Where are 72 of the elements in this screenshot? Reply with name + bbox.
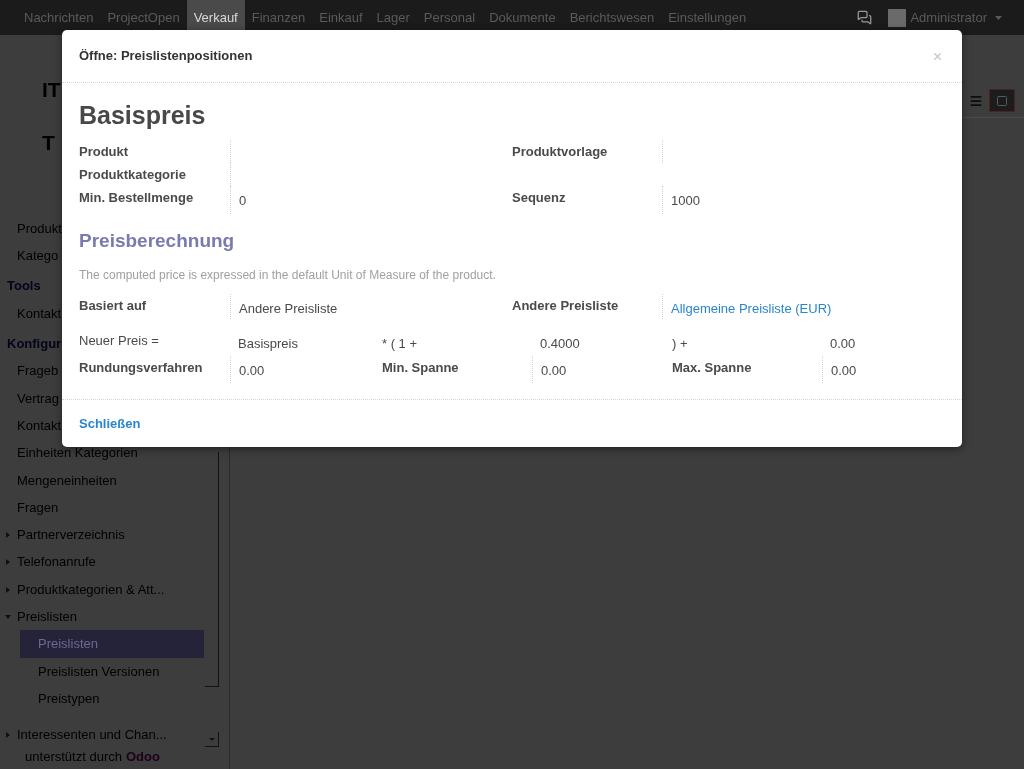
sidebar-subitem[interactable]: Preistypen — [20, 685, 204, 713]
sidebar-section-header: Tools — [7, 277, 41, 296]
list-icon — [969, 93, 983, 108]
sidebar-group[interactable]: Preislisten — [5, 603, 77, 631]
field-value: 0.00 — [830, 336, 856, 351]
close-link-button[interactable]: Schließen — [79, 413, 141, 434]
powered-by-text: unterstützt durch — [25, 747, 122, 766]
caret-down-icon — [995, 15, 1002, 20]
menu-tab[interactable]: Einstellungen — [661, 0, 754, 35]
menu-tab[interactable]: ProjectOpen — [100, 0, 187, 35]
sidebar-item[interactable]: Frageb — [17, 357, 59, 385]
scroll-down-button[interactable] — [205, 732, 219, 747]
sidebar-item[interactable]: Einheiten Kategorien — [17, 439, 138, 467]
field-value: 0.00 — [831, 363, 857, 378]
section-heading: Preisberechnung — [79, 229, 235, 253]
menu-tab[interactable]: Personal — [416, 0, 483, 35]
field-label: Max. Spanne — [672, 360, 752, 375]
field-label: Produkt — [79, 144, 129, 159]
sidebar-subitem[interactable]: Preislisten Versionen — [20, 657, 204, 686]
formula-operator: ) + — [672, 336, 688, 351]
field-label: Neuer Preis = — [79, 333, 159, 348]
dialog-title: Öffne: Preislistenpositionen — [79, 47, 253, 66]
field-value: Andere Preisliste — [239, 301, 338, 316]
pricelist-link[interactable]: Allgemeine Preisliste (EUR) — [671, 301, 832, 316]
sidebar-group[interactable]: Produktkategorien & Att... — [5, 575, 165, 604]
field-value: 0.4000 — [540, 336, 580, 351]
field-label: Basiert auf — [79, 298, 147, 313]
menu-tab[interactable]: Einkauf — [312, 0, 370, 35]
field-value: 0 — [239, 193, 247, 208]
square-icon — [996, 94, 1008, 107]
close-button[interactable] — [932, 50, 943, 62]
field-value: 0.00 — [239, 363, 265, 378]
form-view-button[interactable] — [989, 89, 1015, 112]
field-label: Produktkategorie — [79, 167, 186, 182]
brand-name[interactable]: Odoo — [125, 746, 160, 767]
sidebar-item[interactable]: Kontakt — [17, 412, 62, 440]
sidebar-item[interactable]: Produkt — [17, 215, 62, 243]
field-value: 1000 — [671, 193, 700, 208]
sidebar-item[interactable]: Vertrag — [17, 384, 59, 413]
close-icon — [932, 50, 943, 62]
page-title: IT — [42, 77, 61, 103]
field-value: Basispreis — [238, 336, 298, 351]
field-value: 0.00 — [541, 363, 567, 378]
formula-operator: * ( 1 + — [382, 336, 418, 351]
field-label: Sequenz — [512, 190, 566, 205]
user-menu[interactable]: Administrator — [888, 7, 1002, 28]
record-heading: Basispreis — [79, 100, 206, 130]
field-label: Andere Preisliste — [512, 298, 619, 313]
field-label: Min. Bestellmenge — [79, 190, 194, 205]
sidebar-item[interactable]: Kontakt — [17, 299, 62, 328]
menu-tab[interactable]: Berichtswesen — [562, 0, 662, 35]
menu-tab[interactable]: Dokumente — [482, 0, 563, 35]
chat-icon[interactable] — [857, 10, 873, 25]
menu-tab[interactable]: Nachrichten — [17, 0, 101, 35]
sidebar-item[interactable]: Katego — [17, 242, 59, 270]
sidebar-subitem[interactable]: Preislisten — [20, 630, 204, 658]
menu-tab[interactable]: Finanzen — [244, 0, 313, 35]
field-label: Min. Spanne — [382, 360, 459, 375]
sidebar-section-header: Konfigur — [7, 335, 62, 354]
menu-tab[interactable]: Lager — [369, 0, 417, 35]
sidebar-group[interactable]: Partnerverzeichnis — [5, 521, 125, 549]
page-title: T — [42, 130, 55, 156]
sidebar-item[interactable]: Fragen — [17, 493, 59, 522]
scrollbar-thumb[interactable] — [205, 452, 219, 687]
sidebar-group[interactable]: Telefonanrufe — [5, 548, 96, 576]
sidebar-group[interactable]: Interessenten und Chan... — [5, 721, 167, 749]
field-label: Rundungsverfahren — [79, 360, 203, 375]
help-text: The computed price is expressed in the default Unit of Measure of the product. — [79, 267, 496, 283]
sidebar-item[interactable]: Mengeneinheiten — [17, 466, 117, 494]
caret-down-icon — [208, 737, 215, 741]
avatar-placeholder — [888, 8, 907, 27]
field-label: Produktvorlage — [512, 144, 608, 159]
